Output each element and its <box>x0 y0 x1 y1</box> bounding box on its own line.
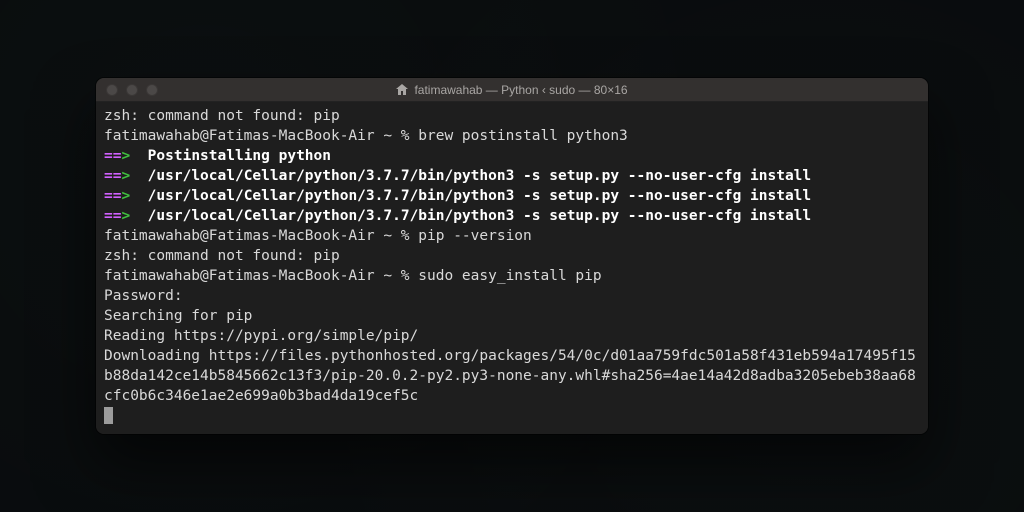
terminal-line: Searching for pip <box>104 306 920 326</box>
terminal-text: zsh: command not found: pip <box>104 108 340 124</box>
terminal-line: Password: <box>104 286 920 306</box>
terminal-line: Downloading https://files.pythonhosted.o… <box>104 346 920 406</box>
traffic-lights <box>106 84 158 96</box>
terminal-line: zsh: command not found: pip <box>104 246 920 266</box>
terminal-text: fatimawahab@Fatimas-MacBook-Air ~ % brew… <box>104 128 628 144</box>
terminal-text <box>130 208 147 224</box>
terminal-line: fatimawahab@Fatimas-MacBook-Air ~ % sudo… <box>104 266 920 286</box>
terminal-content[interactable]: zsh: command not found: pip fatimawahab@F… <box>96 102 928 434</box>
zoom-icon[interactable] <box>146 84 158 96</box>
terminal-line: zsh: command not found: pip <box>104 106 920 126</box>
terminal-text: /usr/local/Cellar/python/3.7.7/bin/pytho… <box>148 208 811 224</box>
terminal-text: > <box>121 208 130 224</box>
terminal-line: ==> Postinstalling python <box>104 146 920 166</box>
terminal-line: fatimawahab@Fatimas-MacBook-Air ~ % brew… <box>104 126 920 146</box>
terminal-line: ==> /usr/local/Cellar/python/3.7.7/bin/p… <box>104 166 920 186</box>
titlebar[interactable]: fatimawahab — Python ‹ sudo — 80×16 <box>96 78 928 102</box>
terminal-text: zsh: command not found: pip <box>104 248 340 264</box>
terminal-text: Password: <box>104 288 183 304</box>
terminal-text: fatimawahab@Fatimas-MacBook-Air ~ % sudo… <box>104 268 602 284</box>
terminal-line: ==> /usr/local/Cellar/python/3.7.7/bin/p… <box>104 206 920 226</box>
home-icon <box>396 84 408 95</box>
terminal-line: fatimawahab@Fatimas-MacBook-Air ~ % pip … <box>104 226 920 246</box>
terminal-text: == <box>104 188 121 204</box>
terminal-text: > <box>121 148 130 164</box>
window-title: fatimawahab — Python ‹ sudo — 80×16 <box>106 83 918 97</box>
terminal-text <box>130 148 147 164</box>
terminal-text: /usr/local/Cellar/python/3.7.7/bin/pytho… <box>148 168 811 184</box>
terminal-text: Postinstalling python <box>148 148 331 164</box>
terminal-text <box>130 188 147 204</box>
terminal-line: Reading https://pypi.org/simple/pip/ <box>104 326 920 346</box>
terminal-text: Reading https://pypi.org/simple/pip/ <box>104 328 418 344</box>
minimize-icon[interactable] <box>126 84 138 96</box>
terminal-text: == <box>104 208 121 224</box>
terminal-text: /usr/local/Cellar/python/3.7.7/bin/pytho… <box>148 188 811 204</box>
window-title-text: fatimawahab — Python ‹ sudo — 80×16 <box>414 83 627 97</box>
terminal-text: Downloading https://files.pythonhosted.o… <box>104 348 916 404</box>
terminal-window: fatimawahab — Python ‹ sudo — 80×16 zsh:… <box>96 78 928 434</box>
terminal-text: > <box>121 188 130 204</box>
cursor-icon <box>104 407 113 424</box>
terminal-text: > <box>121 168 130 184</box>
terminal-cursor-line <box>104 406 920 426</box>
terminal-line: ==> /usr/local/Cellar/python/3.7.7/bin/p… <box>104 186 920 206</box>
close-icon[interactable] <box>106 84 118 96</box>
terminal-text: == <box>104 148 121 164</box>
terminal-text <box>130 168 147 184</box>
terminal-text: == <box>104 168 121 184</box>
terminal-text: fatimawahab@Fatimas-MacBook-Air ~ % pip … <box>104 228 532 244</box>
terminal-text: Searching for pip <box>104 308 252 324</box>
